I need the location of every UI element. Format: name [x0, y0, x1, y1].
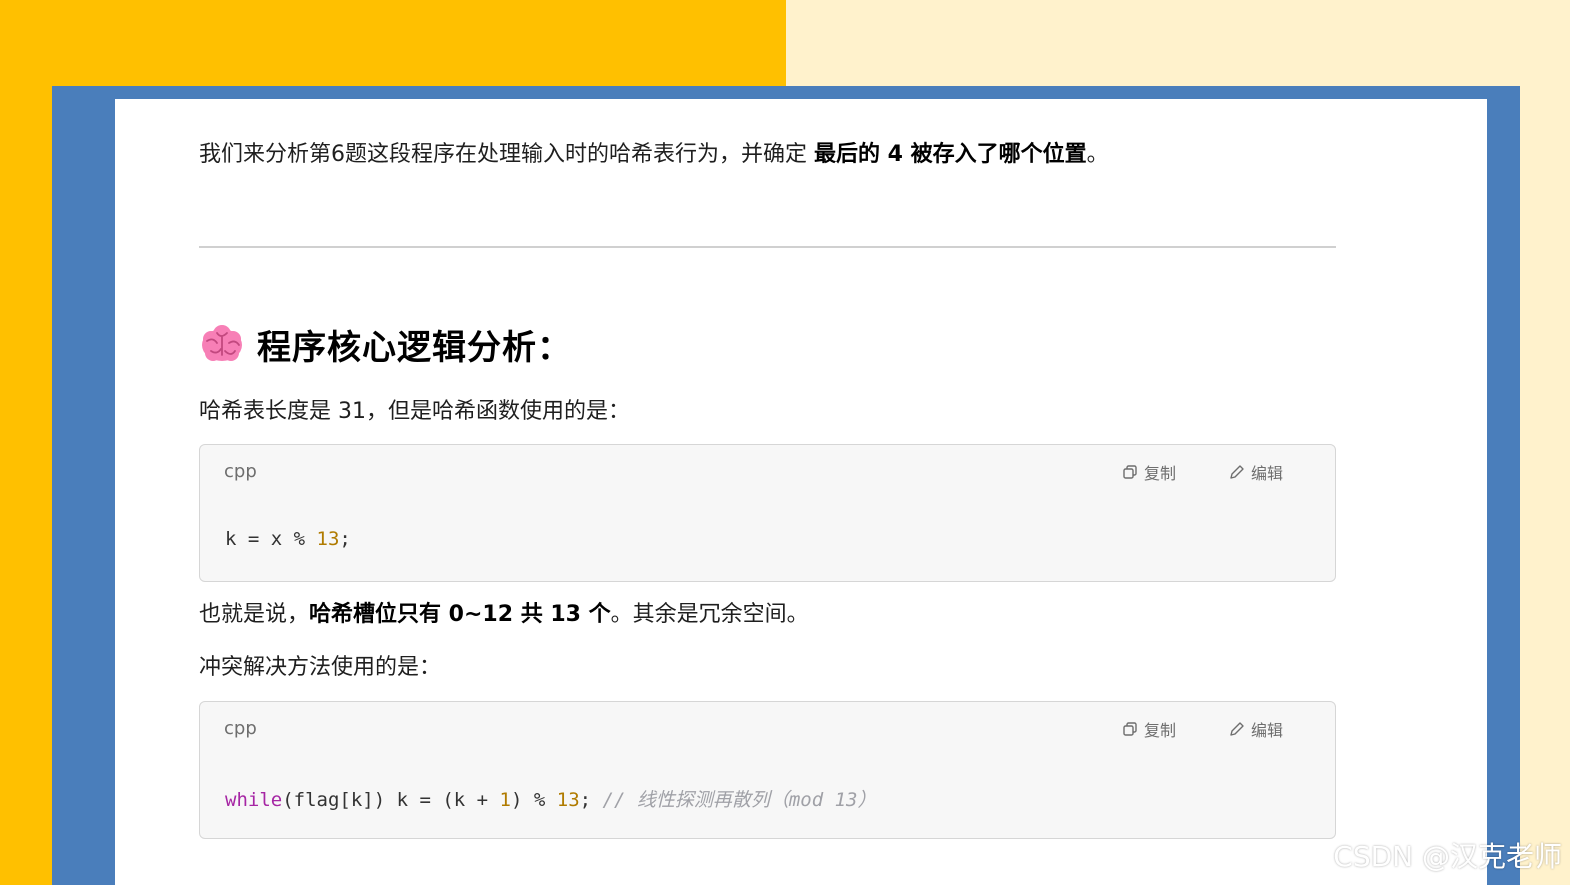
intro-prefix: 我们来分析第6题这段程序在处理输入时的哈希表行为，并确定 [199, 142, 814, 167]
copy-icon [1123, 722, 1137, 736]
code-line-1: k = x % 13; [225, 528, 351, 550]
copy-button-label: 复制 [1144, 464, 1177, 483]
paragraph-collision: 冲突解决方法使用的是： [199, 655, 442, 680]
slots-prefix: 也就是说， [199, 602, 310, 627]
code-token: ) % [511, 789, 557, 811]
edit-button-label: 编辑 [1251, 464, 1284, 483]
paragraph-hash-length: 哈希表长度是 31，但是哈希函数使用的是： [199, 399, 630, 424]
code-token: k = x % [225, 528, 317, 550]
copy-button[interactable]: 复制 [1122, 717, 1176, 741]
watermark: CSDN @汉克老师 [1333, 840, 1562, 873]
code-lang-label: cpp [224, 461, 257, 482]
divider [199, 246, 1336, 248]
intro-bold: 最后的 4 被存入了哪个位置 [814, 142, 1087, 167]
code-block-2: cpp 复制 编辑 while(flag[k]) k = (k + 1) % 1… [199, 701, 1336, 839]
code-line-2: while(flag[k]) k = (k + 1) % 13; // 线性探测… [225, 785, 877, 812]
copy-button-label: 复制 [1144, 721, 1177, 740]
copy-button[interactable]: 复制 [1122, 460, 1176, 484]
edit-button-label: 编辑 [1251, 721, 1284, 740]
code-token: (flag[k]) k = (k + [282, 789, 500, 811]
code-number: 13 [556, 789, 580, 811]
slots-bold: 哈希槽位只有 0~12 共 13 个 [309, 602, 611, 627]
code-number: 1 [499, 789, 511, 811]
code-keyword: while [225, 789, 283, 811]
brain-icon [202, 325, 242, 361]
intro-paragraph: 我们来分析第6题这段程序在处理输入时的哈希表行为，并确定 最后的 4 被存入了哪… [199, 140, 1109, 170]
code-number: 13 [316, 528, 340, 550]
slots-suffix: 。其余是冗余空间。 [610, 602, 809, 627]
code-token: ; [339, 528, 351, 550]
code-lang-label: cpp [224, 718, 257, 739]
edit-button[interactable]: 编辑 [1229, 717, 1283, 741]
code-comment: // 线性探测再散列（mod 13） [602, 789, 877, 811]
code-block-1: cpp 复制 编辑 k = x % 13; [199, 444, 1336, 582]
edit-icon [1230, 465, 1244, 479]
code-token: ; [579, 789, 603, 811]
edit-button[interactable]: 编辑 [1229, 460, 1283, 484]
section-heading: 程序核心逻辑分析： [199, 318, 572, 370]
paragraph-slots: 也就是说，哈希槽位只有 0~12 共 13 个。其余是冗余空间。 [199, 600, 809, 630]
copy-icon [1123, 465, 1137, 479]
edit-icon [1230, 722, 1244, 736]
section-heading-text: 程序核心逻辑分析： [257, 327, 572, 368]
intro-suffix: 。 [1086, 142, 1109, 167]
